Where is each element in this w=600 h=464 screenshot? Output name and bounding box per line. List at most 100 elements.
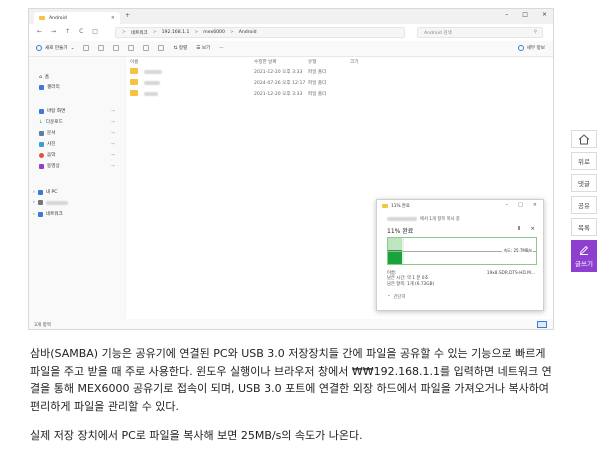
transfer-speed-graph: 속도: 25.7MB/s: [387, 237, 537, 265]
folder-icon: [130, 79, 138, 85]
breadcrumb-share[interactable]: mex6000: [203, 30, 225, 35]
chevron-right-icon: ›: [33, 211, 35, 217]
sidebar-item-this-pc[interactable]: › 내 PC: [33, 189, 58, 195]
minimize-button[interactable]: –: [505, 11, 508, 18]
items-remaining: 남은 항목: 1개 (6.73GB): [387, 281, 435, 287]
back-button[interactable]: ←: [37, 28, 42, 35]
fewer-details-button[interactable]: ⌃ 간단히: [387, 294, 405, 301]
desktop-icon: [39, 108, 44, 114]
table-row[interactable]: 2024-07-26 오후 12:17 파일 폴더: [126, 79, 553, 87]
gallery-icon: [39, 84, 44, 90]
home-icon: ⌂: [39, 74, 42, 80]
speed-bar: [388, 250, 402, 264]
progress-percent: 11% 완료: [387, 228, 414, 235]
cut-icon[interactable]: [83, 45, 90, 51]
breadcrumb-network[interactable]: 네트워크: [131, 30, 148, 36]
dialog-close-button[interactable]: ×: [533, 202, 537, 208]
column-size[interactable]: 크기: [350, 59, 358, 65]
pin-icon: ⊸: [111, 163, 115, 169]
close-button[interactable]: ×: [542, 11, 547, 18]
tab-android[interactable]: Android ×: [34, 12, 120, 24]
sidebar-item-pictures[interactable]: 사진 ⊸: [39, 141, 119, 147]
sidebar-item-videos[interactable]: 동영상 ⊸: [39, 163, 119, 169]
table-row[interactable]: 2021-12-20 오후 3:33 파일 폴더: [126, 68, 553, 76]
dialog-title: 11% 완료: [391, 204, 410, 209]
chevron-right-icon: ›: [33, 200, 35, 205]
status-bar: 3개 항목: [29, 319, 553, 329]
music-icon: [39, 152, 44, 158]
pin-icon: ⊸: [111, 108, 115, 114]
plus-icon: [36, 45, 42, 51]
download-icon: ↓: [39, 119, 43, 125]
delete-icon[interactable]: [158, 45, 165, 51]
details-button[interactable]: 세부 정보: [517, 45, 545, 51]
comments-button[interactable]: 댓글: [571, 174, 597, 192]
sidebar-item-network[interactable]: › 네트워크: [33, 211, 63, 217]
tab-close-button[interactable]: ×: [111, 15, 115, 21]
home-button[interactable]: [571, 130, 597, 148]
paste-icon[interactable]: [113, 45, 120, 51]
table-row[interactable]: 2021-12-20 오후 3:33 파일 폴더: [126, 90, 553, 98]
sidebar-item-home[interactable]: ⌂ 홈: [39, 74, 49, 81]
pin-icon: ⊸: [111, 141, 115, 147]
file-name: 19x8.SDR.DTS-HD.M...: [486, 271, 535, 276]
command-bar: 새로 만들기 ⌄ ⇅ 정렬 ☰ 보기 ··· 세부 정보: [29, 41, 553, 57]
picture-icon: [39, 141, 44, 147]
article-body: 삼바(SAMBA) 기능은 공유기에 연결된 PC와 USB 3.0 저장장치들…: [30, 345, 555, 445]
article-paragraph: 실제 저장 장치에서 PC로 파일을 복사해 보면 25MB/s의 속도가 나온…: [30, 429, 363, 442]
pin-icon: ⊸: [111, 119, 115, 125]
folder-icon: [130, 68, 138, 74]
explorer-screenshot: Android × + – □ × ← → ↑ C □ > 네트워크 > 192…: [28, 8, 554, 330]
breadcrumb-ip[interactable]: 192.168.1.1: [162, 30, 190, 35]
new-tab-button[interactable]: +: [125, 12, 130, 19]
navigation-pane: ⌂ 홈 갤러리 바탕 화면 ⊸ ↓ 다운로드 ⊸ 문서 ⊸ 사진 ⊸ 음악 ⊸ 동영상 ⊸ › …: [29, 57, 125, 319]
address-bar[interactable]: > 네트워크 > 192.168.1.1 > mex6000 > Android: [115, 27, 405, 38]
window-controls: – □ ×: [505, 11, 547, 18]
search-input[interactable]: Android 검색 ⚲: [417, 27, 543, 38]
sidebar-item-downloads[interactable]: ↓ 다운로드 ⊸: [39, 119, 119, 126]
nav-buttons: ← → ↑ C □: [37, 28, 98, 35]
video-icon: [39, 163, 44, 169]
column-name[interactable]: 이름: [130, 59, 138, 65]
maximize-button[interactable]: □: [522, 11, 528, 18]
search-icon: ⚲: [533, 30, 537, 35]
pencil-icon: [579, 245, 589, 255]
cancel-button[interactable]: ×: [530, 226, 535, 232]
forward-button[interactable]: →: [51, 28, 56, 35]
details-icon: [517, 45, 524, 51]
share-button[interactable]: 공유: [571, 196, 597, 214]
pin-icon: ⊸: [111, 130, 115, 136]
chevron-right-icon: ›: [33, 189, 35, 195]
dialog-minimize-button[interactable]: –: [506, 202, 509, 208]
rename-icon[interactable]: [128, 45, 135, 51]
network-icon: [37, 211, 43, 217]
sidebar-item-drive[interactable]: ›: [33, 200, 68, 205]
column-date[interactable]: 수정한 날짜: [254, 59, 277, 65]
new-button[interactable]: 새로 만들기 ⌄: [36, 45, 74, 51]
pause-button[interactable]: Ⅱ: [518, 226, 521, 232]
list-button[interactable]: 목록: [571, 218, 597, 236]
write-button[interactable]: 글쓰기: [571, 240, 597, 272]
speed-label: 속도: 25.7MB/s: [502, 248, 533, 254]
up-button[interactable]: ↑: [65, 28, 70, 35]
share-icon[interactable]: [143, 45, 150, 51]
copy-icon[interactable]: [98, 45, 105, 51]
view-button[interactable]: ☰ 보기: [196, 45, 210, 51]
document-icon: [39, 130, 44, 136]
sort-button[interactable]: ⇅ 정렬: [173, 45, 187, 51]
refresh-button[interactable]: C: [79, 28, 83, 35]
details-view-icon[interactable]: [537, 321, 547, 328]
chevron-up-icon: ⌃: [387, 294, 391, 300]
title-bar: Android × + – □ ×: [29, 9, 553, 24]
sidebar-item-desktop[interactable]: 바탕 화면 ⊸: [39, 108, 119, 114]
folder-icon: [382, 203, 388, 209]
column-type[interactable]: 유형: [308, 59, 316, 65]
sidebar-item-documents[interactable]: 문서 ⊸: [39, 130, 119, 136]
monitor-icon[interactable]: □: [92, 28, 98, 35]
breadcrumb-folder[interactable]: Android: [239, 30, 257, 35]
more-button[interactable]: ···: [219, 46, 223, 51]
scroll-top-button[interactable]: 위로: [571, 152, 597, 170]
sidebar-item-music[interactable]: 음악 ⊸: [39, 152, 119, 158]
dialog-maximize-button[interactable]: □: [518, 202, 523, 208]
sidebar-item-gallery[interactable]: 갤러리: [39, 84, 60, 90]
